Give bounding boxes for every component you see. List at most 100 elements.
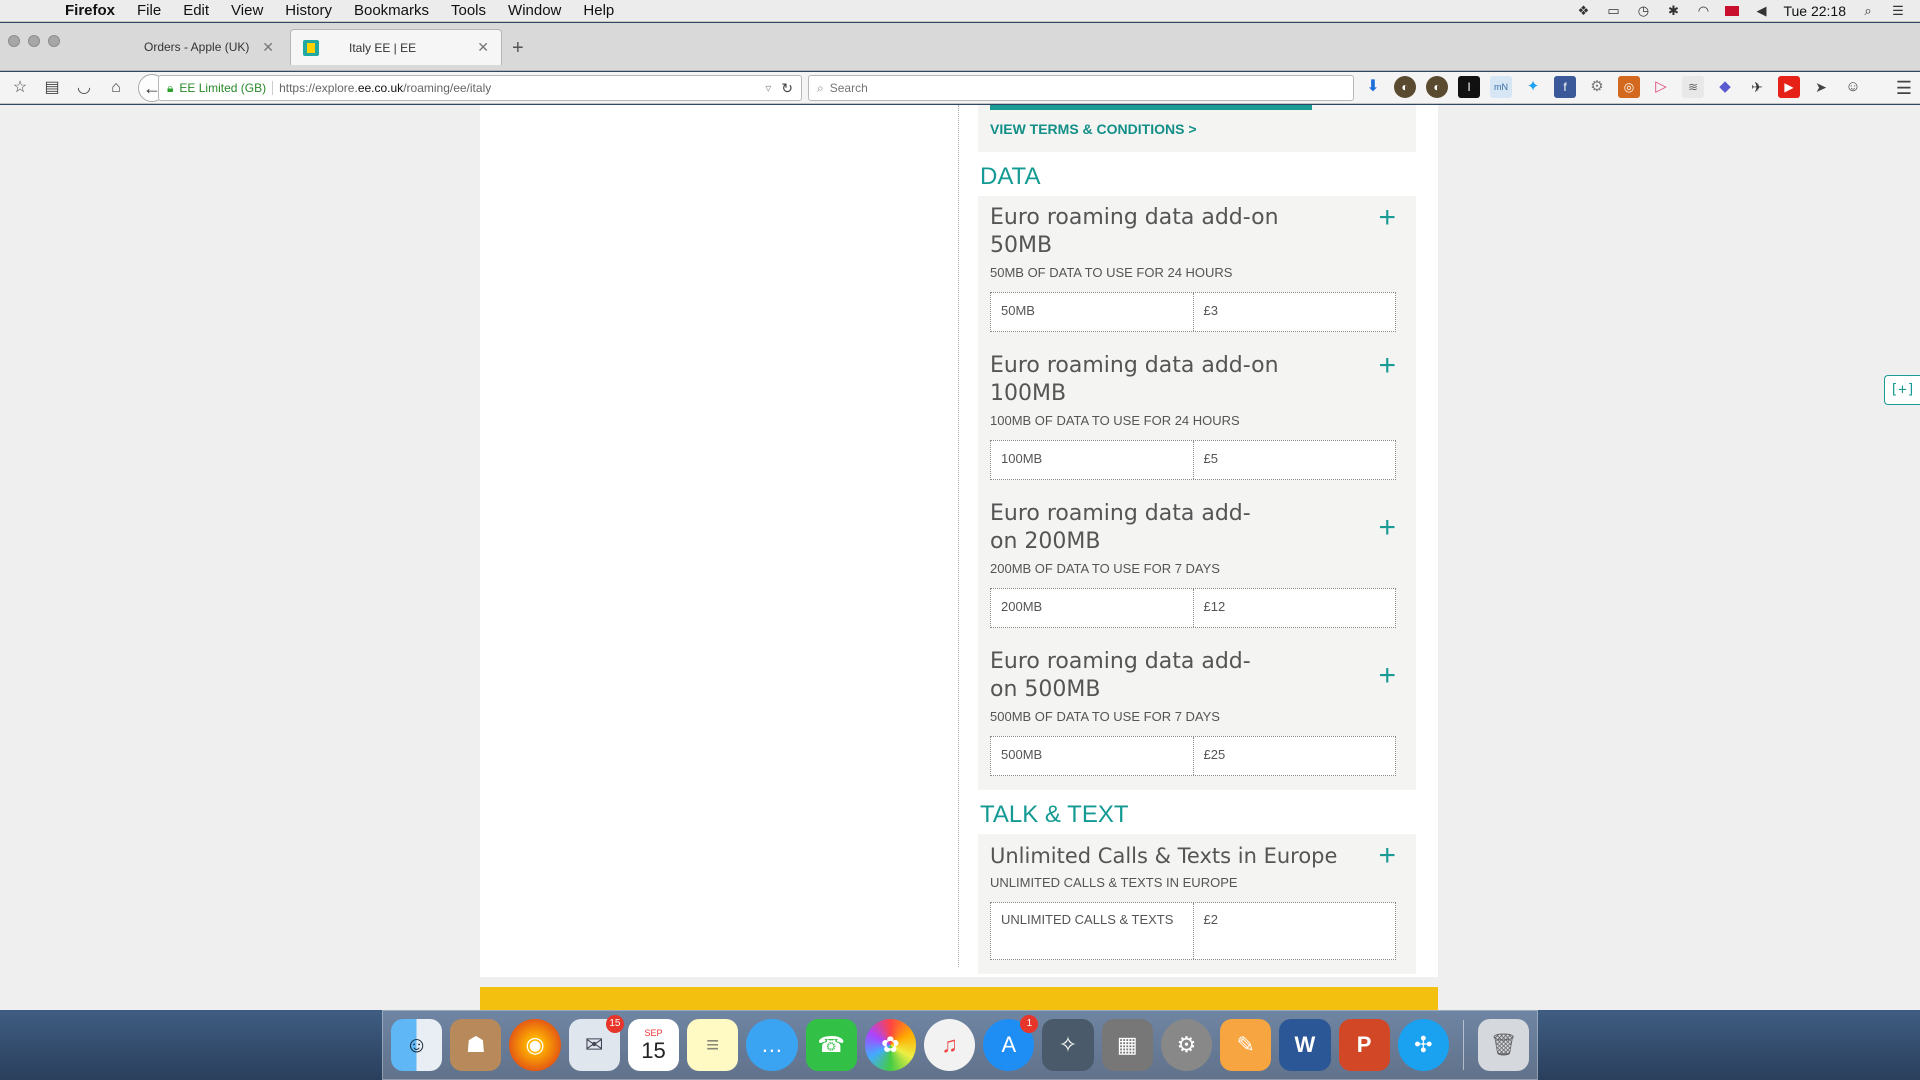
tab-italy-ee[interactable]: Italy EE | EE ✕ [290,29,502,65]
finder-icon[interactable]: ☺ [391,1019,443,1071]
new-tab-icon[interactable]: + [512,37,524,60]
addon-title[interactable]: Euro roaming data add-on 500MB [990,648,1310,704]
extension-icon[interactable]: ≋ [1682,76,1704,98]
addon-title[interactable]: Euro roaming data add-on 100MB [990,352,1380,408]
contacts-icon[interactable]: ☗ [450,1019,502,1071]
expand-plus-icon[interactable]: + [1378,351,1396,381]
reload-icon[interactable]: ↻ [781,80,793,97]
close-tab-icon[interactable]: ✕ [262,39,274,56]
extension-icon[interactable]: ✈ [1746,76,1768,98]
menu-help[interactable]: Help [572,2,625,19]
close-tab-icon[interactable]: ✕ [477,39,489,56]
side-feedback-widget[interactable]: [+] [1884,375,1920,405]
volume-icon[interactable]: ◀ [1753,3,1769,18]
pages-icon[interactable]: ✎ [1220,1019,1272,1071]
time-machine-icon[interactable]: ◷ [1635,3,1651,18]
menu-app-firefox[interactable]: Firefox [54,2,126,19]
expand-plus-icon[interactable]: + [1378,513,1396,543]
extension-icon[interactable]: ⚙ [1586,76,1608,98]
addon-title[interactable]: Euro roaming data add-on 50MB [990,204,1380,260]
send-icon[interactable]: ➤ [1810,76,1832,98]
page-viewport: VIEW TERMS & CONDITIONS > DATA + Euro ro… [0,105,1920,1010]
menu-window[interactable]: Window [497,2,572,19]
price-cell: £5 [1203,451,1218,466]
flag-icon[interactable] [1725,5,1740,16]
addon-subtitle: UNLIMITED CALLS & TEXTS IN EUROPE [990,875,1238,890]
youtube-icon[interactable]: ▶ [1778,76,1800,98]
notes-icon[interactable]: ≡ [687,1019,739,1071]
mail-icon[interactable]: ✉ 15 [568,1015,624,1071]
twitter-icon[interactable]: ✦ [1522,76,1544,98]
price-cell: £25 [1203,747,1226,762]
download-icon[interactable]: ⬇ [1362,76,1384,98]
airplay-icon[interactable]: ▭ [1605,3,1621,18]
itunes-icon[interactable]: ♫ [923,1019,976,1071]
menu-view[interactable]: View [220,2,274,19]
zoom-window-button[interactable] [48,35,60,47]
search-bar[interactable]: ⌕ [808,75,1354,101]
addon-title[interactable]: Unlimited Calls & Texts in Europe [990,842,1380,870]
notification-center-icon[interactable]: ☰ [1890,3,1906,18]
menu-bookmarks[interactable]: Bookmarks [343,2,440,19]
view-terms-link[interactable]: VIEW TERMS & CONDITIONS > [990,121,1197,137]
addon-500mb: + Euro roaming data add-on 500MB 500MB O… [990,648,1396,776]
calculator-icon[interactable]: ▦ [1101,1019,1153,1071]
extension-icon[interactable]: ◎ [1618,76,1640,98]
facetime-icon[interactable]: ☎ [805,1019,857,1071]
firefox-icon[interactable]: ◉ [509,1019,561,1071]
price-row: 500MB £25 [990,736,1396,776]
safari-icon[interactable]: ✣ [1397,1019,1449,1071]
extension-icon[interactable]: ▷ [1650,76,1672,98]
talk-text-addons-card: + Unlimited Calls & Texts in Europe UNLI… [978,834,1416,974]
allowance-cell: 50MB [991,293,1194,331]
menu-hamburger-icon[interactable]: ☰ [1896,78,1912,99]
addon-title[interactable]: Euro roaming data add-on 200MB [990,500,1310,556]
extension-icon[interactable]: ◆ [1714,76,1736,98]
data-addons-card: + Euro roaming data add-on 50MB 50MB OF … [978,196,1416,790]
menu-history[interactable]: History [274,2,343,19]
allowance-cell: UNLIMITED CALLS & TEXTS [991,903,1194,959]
bookmark-star-icon[interactable]: ☆ [10,78,30,98]
lock-icon[interactable]: 🔒︎ [167,81,173,96]
url-text[interactable]: https://explore.ee.co.uk/roaming/ee/ital… [279,81,765,95]
facebook-icon[interactable]: f [1554,76,1576,98]
word-icon[interactable]: W [1279,1019,1331,1071]
tab-orders-apple[interactable]: Orders - Apple (UK) ✕ [86,29,286,65]
pocket-icon[interactable]: ◡ [74,78,94,98]
menu-clock[interactable]: Tue 22:18 [1783,3,1846,19]
chat-icon[interactable]: ☺ [1842,76,1864,98]
spotlight-icon[interactable]: ⌕ [1860,3,1876,18]
expand-plus-icon[interactable]: + [1378,203,1396,233]
menu-tools[interactable]: Tools [440,2,497,19]
extension-icon[interactable]: mN [1490,76,1512,98]
url-bar[interactable]: 🔒︎ EE Limited (GB) https://explore.ee.co… [158,75,802,101]
instapaper-icon[interactable]: I [1458,76,1480,98]
photos-icon[interactable]: ✿ [864,1019,916,1071]
site-identity[interactable]: EE Limited (GB) [179,81,274,95]
price-row: 200MB £12 [990,588,1396,628]
menu-file[interactable]: File [126,2,172,19]
extension-icon[interactable]: ◐ [1394,76,1416,98]
dropbox-icon[interactable]: ❖ [1575,3,1591,18]
expand-plus-icon[interactable]: + [1378,841,1396,871]
addon-subtitle: 500MB OF DATA TO USE FOR 7 DAYS [990,709,1220,724]
starcraft-icon[interactable]: ✧ [1042,1019,1094,1071]
system-preferences-icon[interactable]: ⚙ [1160,1019,1213,1071]
search-input[interactable] [829,81,1345,95]
nav-toolbar: ☆ ▤ ◡ ⌂ ← 🔒︎ EE Limited (GB) https://exp… [0,72,1920,104]
extension-icon[interactable]: ◐ [1426,76,1448,98]
expand-plus-icon[interactable]: + [1378,661,1396,691]
powerpoint-icon[interactable]: P [1338,1019,1390,1071]
reading-list-icon[interactable]: ▤ [42,78,62,98]
app-store-icon[interactable]: A1 [983,1015,1039,1071]
minimize-window-button[interactable] [28,35,40,47]
close-window-button[interactable] [8,35,20,47]
bluetooth-icon[interactable]: ✱ [1665,3,1681,18]
messages-icon[interactable]: … [746,1019,798,1071]
home-icon[interactable]: ⌂ [106,78,126,98]
trash-icon[interactable]: 🗑︎ [1477,1019,1530,1071]
wifi-icon[interactable]: ◠ [1695,3,1711,18]
url-dropdown-icon[interactable]: ▿ [765,81,771,95]
menu-edit[interactable]: Edit [172,2,220,19]
calendar-icon[interactable]: SEP 15 [627,1019,680,1071]
